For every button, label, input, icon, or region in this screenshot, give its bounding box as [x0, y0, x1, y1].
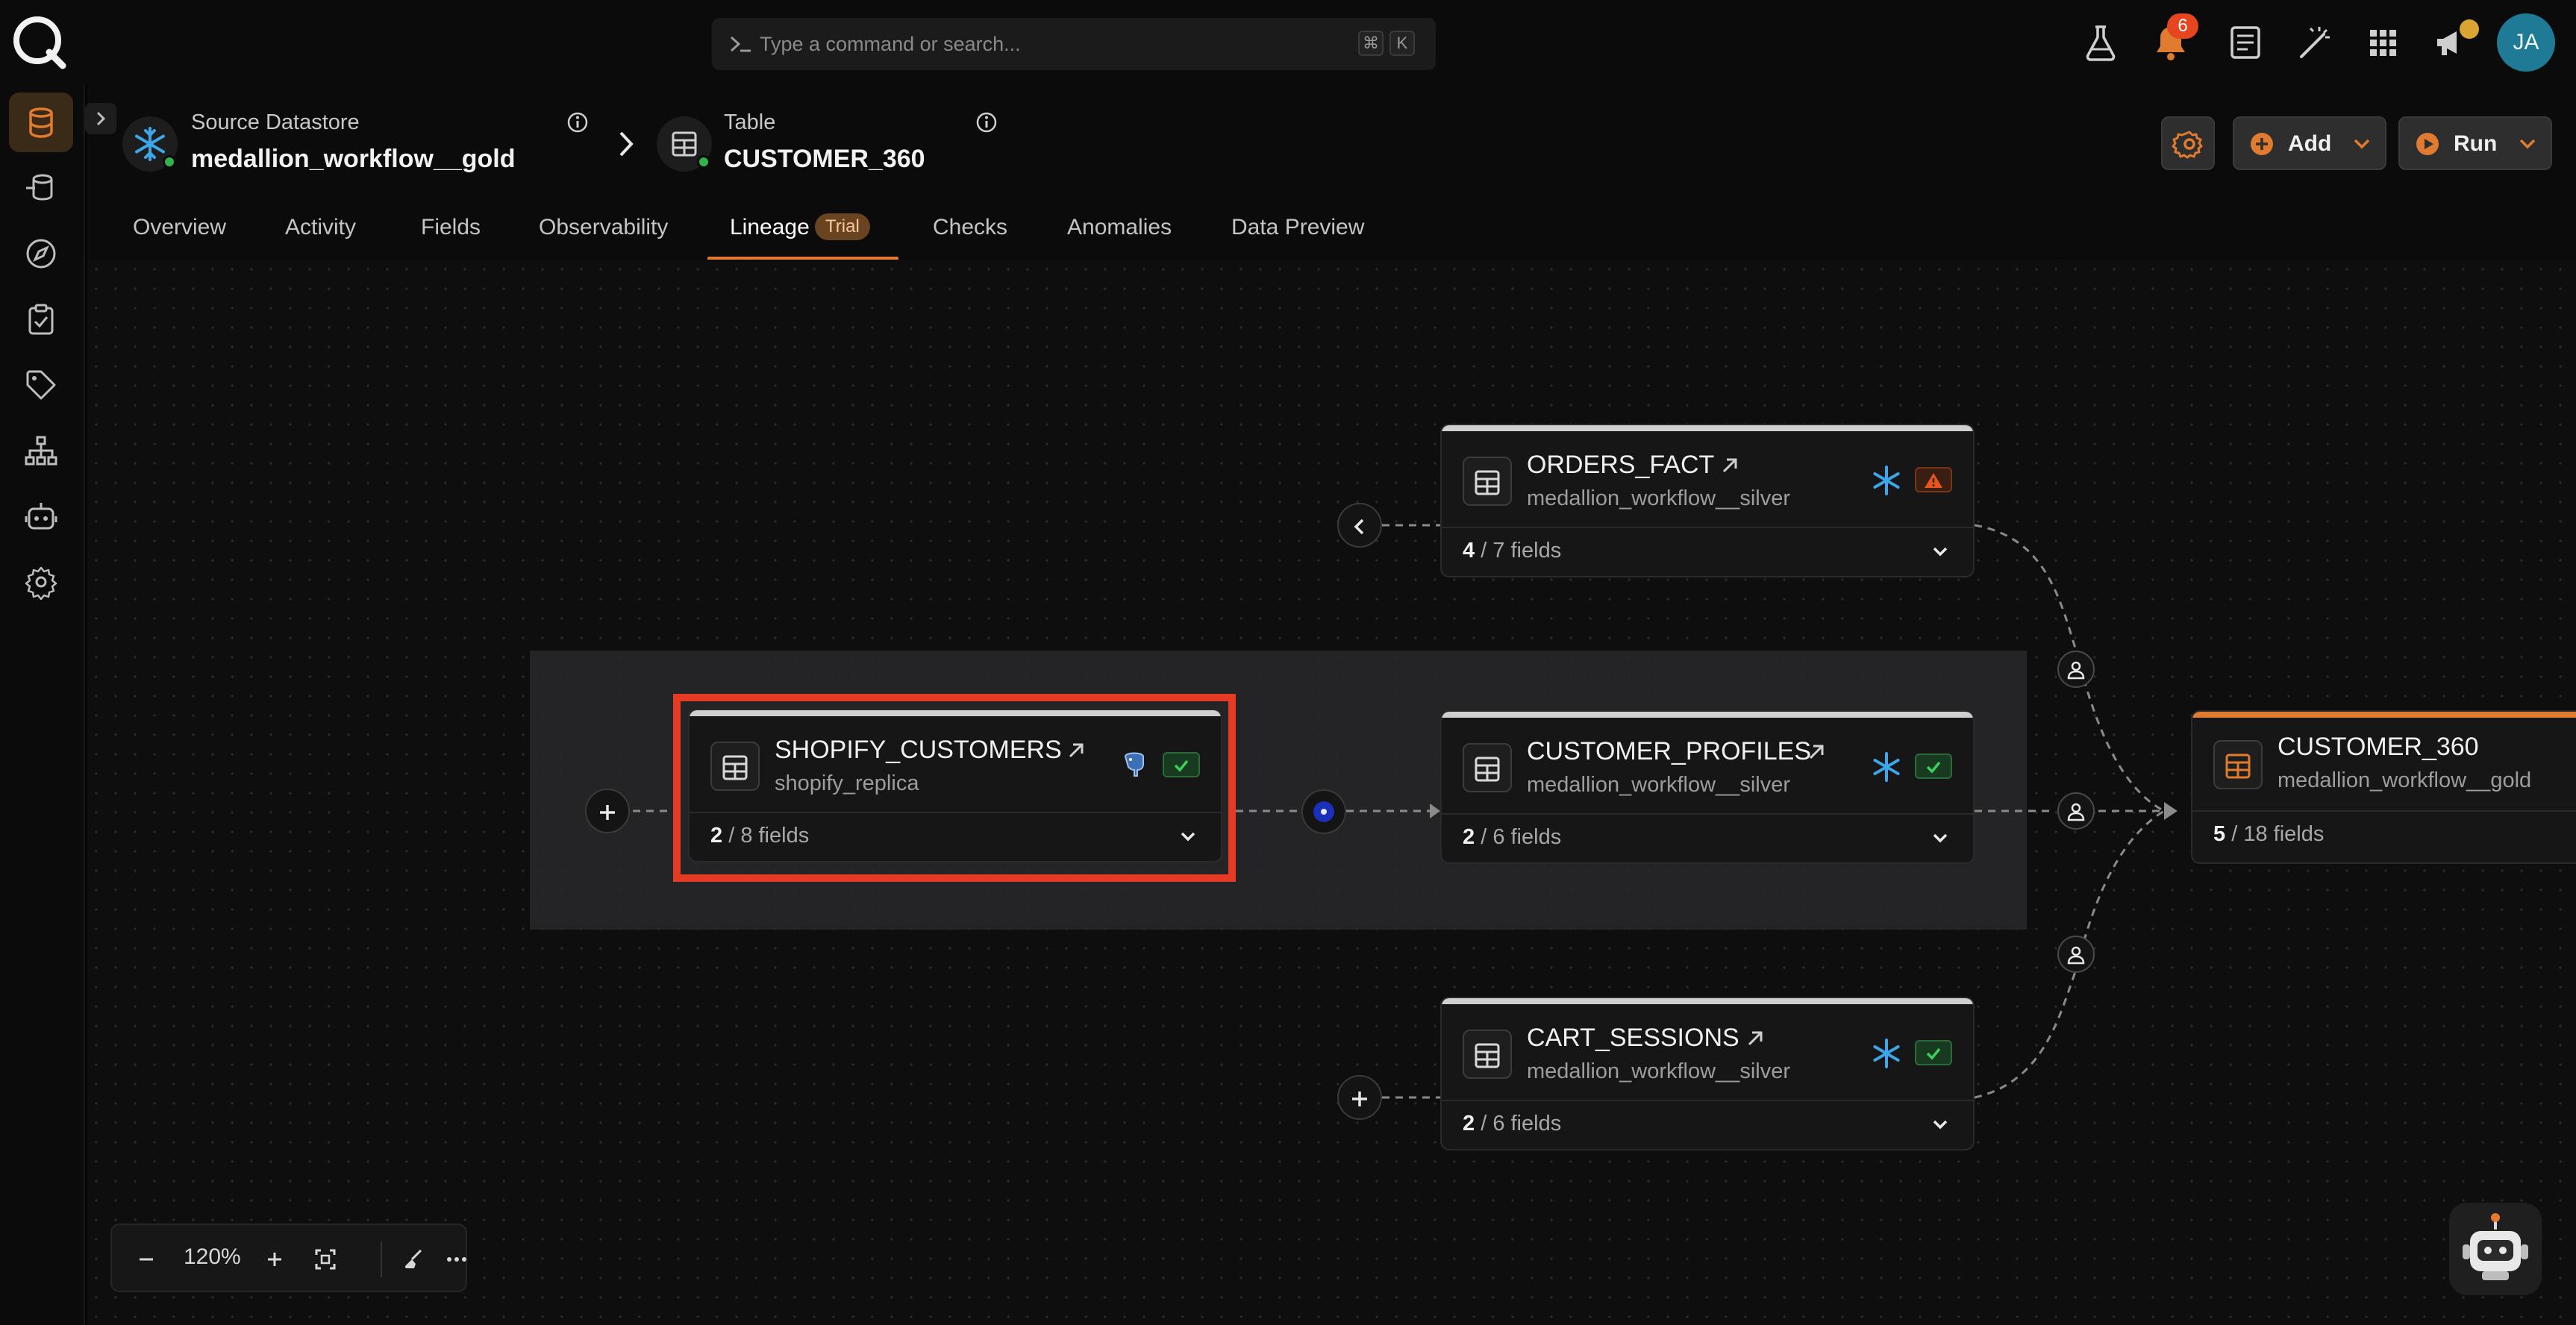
fields-active-count: 4: [1463, 539, 1475, 563]
node-divider: [2192, 810, 2576, 812]
warning-icon: [1925, 473, 1942, 488]
checkmark-icon: [1926, 761, 1941, 774]
fields-active-count: 5: [2213, 822, 2226, 846]
node-name[interactable]: CUSTOMER_360: [2278, 733, 2479, 762]
warning-status-badge: [1915, 467, 1952, 492]
node-name[interactable]: CART_SESSIONS: [1527, 1024, 1739, 1053]
lineage-node-customer-360[interactable]: CUSTOMER_360 medallion_workflow__gold 5 …: [2191, 710, 2576, 864]
external-link-icon[interactable]: [1745, 1028, 1766, 1049]
toolbar-separator: [381, 1241, 382, 1277]
robot-icon: [2463, 1213, 2528, 1280]
assistant-robot-button[interactable]: [2449, 1203, 2542, 1295]
table-icon: [1463, 743, 1512, 792]
transform-node-button[interactable]: [1301, 789, 1346, 834]
fields-total: / 7 fields: [1481, 539, 1562, 563]
plus-icon: [600, 805, 615, 820]
add-upstream-shopify-button[interactable]: [585, 789, 630, 833]
zoom-level: 120%: [184, 1244, 241, 1269]
node-field-count: 2 / 6 fields: [1463, 1112, 1561, 1136]
expand-fields-chevron-icon[interactable]: [1930, 1116, 1951, 1134]
node-top-accent: [1442, 712, 1973, 718]
checkmark-icon: [1926, 1047, 1941, 1060]
edge-owner-person-icon[interactable]: [2057, 936, 2095, 973]
node-source: medallion_workflow__silver: [1527, 486, 1790, 510]
table-icon: [1463, 1030, 1512, 1079]
node-name[interactable]: CUSTOMER_PROFILES: [1527, 737, 1811, 766]
snowflake-icon: [1873, 466, 1900, 495]
node-field-count: 2 / 6 fields: [1463, 825, 1561, 850]
external-link-icon[interactable]: [1719, 455, 1740, 476]
check-status-badge: [1915, 1040, 1952, 1065]
lineage-node-cart-sessions[interactable]: CART_SESSIONS medallion_workflow__silver…: [1440, 997, 1975, 1150]
node-divider: [1442, 527, 1973, 528]
selection-highlight-box: [673, 694, 1236, 882]
expand-upstream-orders-button[interactable]: [1337, 503, 1382, 548]
external-link-icon[interactable]: [1806, 742, 1827, 762]
node-divider: [1442, 813, 1973, 815]
lineage-node-customer-profiles[interactable]: CUSTOMER_PROFILES medallion_workflow__si…: [1440, 710, 1975, 864]
edge-owner-person-icon[interactable]: [2057, 651, 2095, 688]
table-icon: [1463, 457, 1512, 506]
lineage-node-orders-fact[interactable]: ORDERS_FACT medallion_workflow__silver 4…: [1440, 424, 1975, 577]
dbt-transform-icon: [1313, 801, 1334, 822]
plus-icon: [1352, 1091, 1367, 1106]
fields-total: / 18 fields: [2231, 822, 2325, 846]
expand-fields-chevron-icon[interactable]: [1930, 830, 1951, 848]
fit-view-icon[interactable]: [312, 1246, 339, 1273]
add-upstream-cart-button[interactable]: [1337, 1075, 1382, 1120]
check-status-badge: [1915, 754, 1952, 779]
snowflake-icon: [1873, 1039, 1900, 1068]
more-options-icon[interactable]: [443, 1246, 470, 1273]
node-top-accent: [1442, 425, 1973, 431]
expand-fields-chevron-icon[interactable]: [1930, 543, 1951, 561]
lineage-edges: [633, 524, 2178, 1099]
node-top-accent: [1442, 998, 1973, 1004]
node-divider: [1442, 1100, 1973, 1101]
node-source: medallion_workflow__gold: [2278, 768, 2532, 792]
fields-active-count: 2: [1463, 825, 1475, 849]
chevron-left-icon: [1354, 519, 1364, 535]
edge-owner-person-icon[interactable]: [2057, 792, 2095, 830]
fields-active-count: 2: [1463, 1112, 1475, 1136]
table-icon: [2213, 740, 2263, 789]
canvas-zoom-toolbar: 120%: [110, 1224, 467, 1292]
zoom-in-icon[interactable]: [261, 1246, 288, 1273]
clean-layout-brush-icon[interactable]: [400, 1246, 427, 1273]
node-source: medallion_workflow__silver: [1527, 773, 1790, 797]
fields-total: / 6 fields: [1481, 1112, 1562, 1136]
snowflake-icon: [1873, 752, 1900, 782]
fields-total: / 6 fields: [1481, 825, 1562, 849]
node-field-count: 5 / 18 fields: [2213, 822, 2324, 847]
node-source: medallion_workflow__silver: [1527, 1059, 1790, 1083]
node-top-accent: [2192, 712, 2576, 718]
node-field-count: 4 / 7 fields: [1463, 539, 1561, 563]
zoom-out-icon[interactable]: [133, 1246, 160, 1273]
node-name[interactable]: ORDERS_FACT: [1527, 451, 1714, 480]
